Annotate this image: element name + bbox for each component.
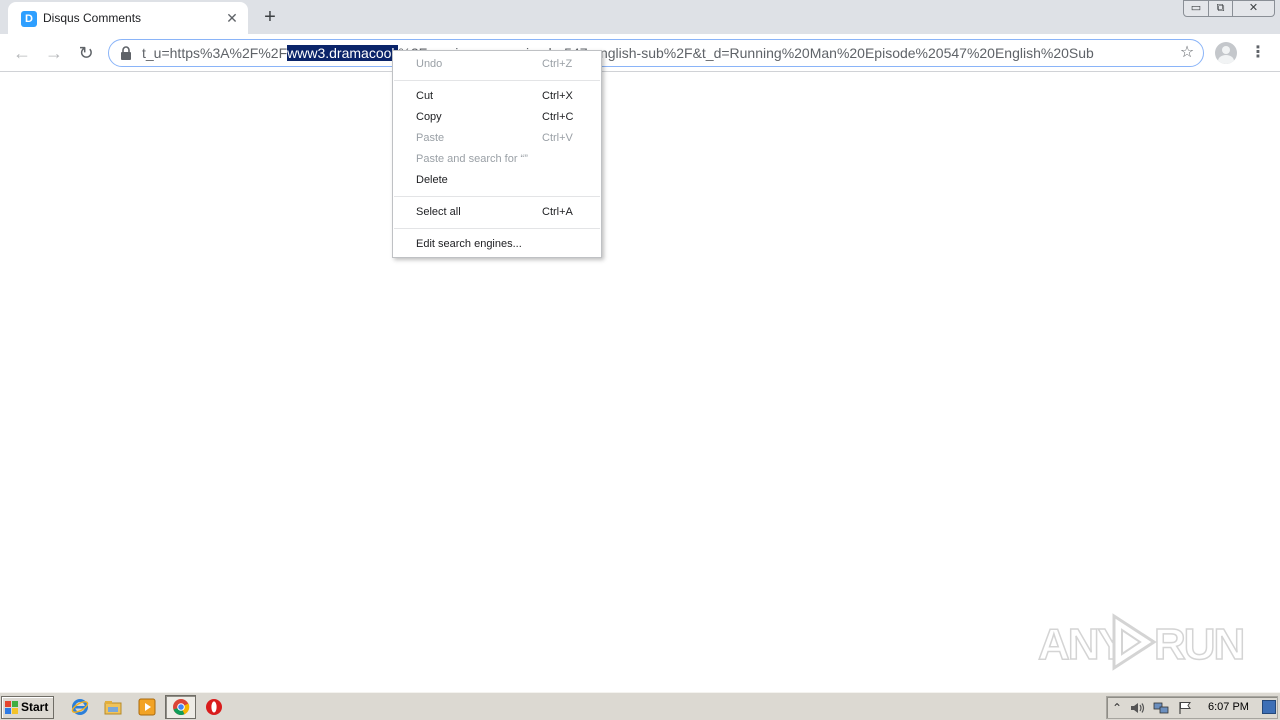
menu-item-label: Delete	[416, 174, 448, 186]
tab-disqus-comments[interactable]: D Disqus Comments ✕	[8, 2, 248, 34]
media-player-icon[interactable]	[138, 698, 156, 716]
menu-separator	[394, 80, 600, 81]
anyrun-watermark: ANY RUN	[1036, 612, 1246, 672]
forward-button[interactable]: →	[41, 40, 67, 66]
menu-item-label: Copy	[416, 111, 442, 123]
bookmark-star-icon[interactable]: ☆	[1177, 43, 1197, 63]
menu-item-paste[interactable]: Paste Ctrl+V	[393, 128, 601, 149]
taskbar-clock[interactable]: 6:07 PM	[1208, 701, 1249, 713]
disqus-favicon-icon: D	[21, 11, 37, 27]
system-tray: ⌃ 6:07 PM	[1106, 696, 1278, 719]
menu-item-select-all[interactable]: Select all Ctrl+A	[393, 202, 601, 223]
opera-icon[interactable]	[205, 698, 223, 716]
context-menu: Undo Ctrl+Z Cut Ctrl+X Copy Ctrl+C Paste…	[392, 50, 602, 258]
show-desktop-button[interactable]	[1262, 700, 1276, 714]
menu-item-edit-search-engines[interactable]: Edit search engines...	[393, 234, 601, 255]
url-text[interactable]: t_u=https%3A%2F%2Fwww3.dramacool.%2Frunn…	[142, 45, 1164, 61]
tab-close-icon[interactable]: ✕	[222, 8, 242, 28]
menu-item-label: Paste and search for “”	[416, 153, 528, 165]
menu-item-paste-and-search[interactable]: Paste and search for “”	[393, 149, 601, 170]
browser-menu-icon[interactable]: ⋮	[1249, 40, 1267, 66]
back-button[interactable]: ←	[9, 40, 35, 66]
menu-separator	[394, 196, 600, 197]
profile-avatar-icon[interactable]	[1215, 42, 1237, 64]
browser-toolbar: ← → ↻ t_u=https%3A%2F%2Fwww3.dramacool.%…	[0, 34, 1280, 72]
window-maximize-button[interactable]: ⧉	[1208, 0, 1233, 17]
chrome-icon	[173, 699, 190, 715]
menu-item-copy[interactable]: Copy Ctrl+C	[393, 107, 601, 128]
url-selection: www3.dramacool.	[287, 45, 399, 61]
menu-item-cut[interactable]: Cut Ctrl+X	[393, 86, 601, 107]
internet-explorer-icon[interactable]	[71, 698, 89, 716]
menu-separator	[394, 228, 600, 229]
menu-item-label: Paste	[416, 132, 445, 144]
menu-item-delete[interactable]: Delete	[393, 170, 601, 191]
lock-icon	[121, 46, 131, 60]
tab-strip: D Disqus Comments ✕ + ▭ ⧉ ✕	[0, 0, 1280, 34]
tab-title: Disqus Comments	[43, 11, 142, 25]
menu-item-label: Cut	[416, 90, 434, 102]
menu-item-shortcut: Ctrl+V	[542, 132, 573, 144]
play-triangle-icon	[1112, 613, 1157, 671]
taskbar: Start ⌃ 6:07 PM	[0, 692, 1280, 720]
menu-item-label: Edit search engines...	[416, 238, 522, 250]
menu-item-shortcut: Ctrl+A	[542, 206, 573, 218]
reload-button[interactable]: ↻	[73, 40, 99, 66]
menu-item-label: Undo	[416, 58, 443, 70]
action-center-flag-icon[interactable]	[1177, 701, 1193, 715]
menu-item-label: Select all	[416, 206, 461, 218]
watermark-text-run: RUN	[1153, 619, 1246, 670]
menu-item-undo[interactable]: Undo Ctrl+Z	[393, 54, 601, 75]
tray-expand-icon[interactable]: ⌃	[1109, 701, 1125, 715]
file-explorer-icon[interactable]	[104, 698, 122, 716]
start-button[interactable]: Start	[1, 696, 54, 719]
network-icon[interactable]	[1153, 701, 1169, 715]
menu-item-shortcut: Ctrl+X	[542, 90, 573, 102]
menu-item-shortcut: Ctrl+Z	[542, 58, 573, 70]
address-bar[interactable]: t_u=https%3A%2F%2Fwww3.dramacool.%2Frunn…	[108, 39, 1204, 67]
url-prefix: t_u=https%3A%2F%2F	[142, 45, 288, 61]
taskbar-chrome-button[interactable]	[165, 695, 196, 719]
window-minimize-button[interactable]: ▭	[1183, 0, 1209, 17]
new-tab-button[interactable]: +	[258, 5, 282, 29]
volume-icon[interactable]	[1129, 701, 1145, 715]
menu-item-shortcut: Ctrl+C	[542, 111, 574, 123]
window-close-button[interactable]: ✕	[1232, 0, 1275, 17]
windows-logo-icon	[5, 701, 18, 714]
start-label: Start	[21, 700, 49, 714]
